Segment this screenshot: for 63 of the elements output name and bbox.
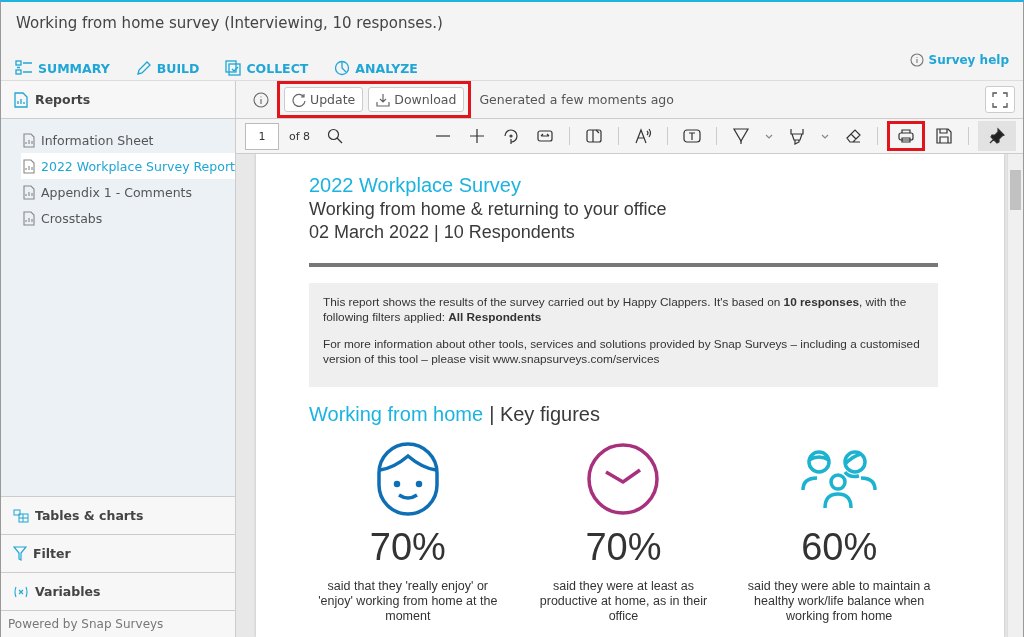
figure-caption: said that they 'really enjoy' or 'enjoy' working from home at the moment [317, 579, 499, 625]
figure-caption: said they were at least as productive at home, as in their office [538, 579, 709, 625]
rotate-icon [502, 127, 520, 145]
fit-width-icon [536, 127, 554, 145]
print-button[interactable] [887, 121, 925, 151]
text-box-icon [683, 127, 701, 145]
report-item[interactable]: Information Sheet [1, 127, 235, 153]
percentage-value: 60% [801, 526, 878, 570]
document-icon [23, 210, 35, 226]
filter-icon [13, 546, 27, 561]
pen-icon [732, 127, 750, 145]
footer-text: Powered by Snap Surveys [7, 616, 165, 633]
percentage-value: 70% [369, 526, 446, 570]
window-title: Working from home survey (Interviewing, 10 responses.) [15, 13, 444, 34]
eraser-icon [844, 127, 862, 145]
info-icon [909, 53, 924, 67]
table-icon [13, 508, 29, 523]
caret-icon [821, 133, 829, 139]
minus-icon [436, 135, 450, 137]
checklist-icon [15, 60, 33, 76]
report-subtitle: Working from home & returning to your office [309, 199, 668, 220]
report-title: 2022 Workplace Survey [309, 174, 522, 197]
pin-button[interactable] [978, 121, 1016, 151]
report-icon [14, 91, 28, 108]
sidebar-section[interactable]: Tables & charts [1, 497, 235, 535]
pin-icon [988, 127, 1006, 145]
info-paragraph: For more information about other tools, services and solutions provided by Snap Surveys – including a customised version of this tool – please visit www.snapsurveys.com/services [323, 336, 921, 368]
document-icon [23, 158, 35, 174]
forms-icon [225, 60, 242, 76]
pie-icon [334, 60, 351, 76]
refresh-icon [292, 92, 306, 107]
variable-icon [13, 585, 29, 598]
page-count: of 8 [289, 129, 311, 143]
info-icon[interactable] [253, 91, 269, 108]
document-icon [23, 184, 35, 200]
sidebar-section[interactable]: Variables [1, 573, 235, 611]
page-number-field[interactable]: 1 [245, 122, 279, 150]
read-aloud-icon [634, 127, 652, 145]
pencil-icon [135, 60, 152, 76]
page-view-icon [585, 127, 603, 145]
section-heading: | Key figures [489, 403, 600, 427]
sidebar-section[interactable]: Filter [1, 535, 235, 573]
info-paragraph: This report shows the results of the survey carried out by Happy Clappers. It's based on 10 responses, with the following filters applied: All Respondents [323, 295, 908, 326]
document-icon [23, 132, 35, 148]
report-item[interactable]: Crosstabs [1, 205, 235, 231]
print-icon [897, 127, 915, 145]
figure-caption: said they were able to maintain a healthy work/life balance when working from home [746, 579, 932, 625]
status-text: Generated a few moments ago [479, 92, 675, 107]
section-heading: Working from home [309, 403, 484, 427]
search-icon [326, 127, 345, 145]
highlighter-icon [788, 127, 806, 145]
scrollbar[interactable] [1007, 154, 1023, 637]
fullscreen-icon [992, 91, 1008, 108]
save-icon [935, 127, 953, 145]
caret-icon [765, 133, 773, 139]
download-button[interactable]: Download [368, 87, 465, 112]
report-date: 02 March 2022 | 10 Respondents [309, 222, 576, 243]
percentage-value: 70% [585, 526, 662, 570]
fullscreen-button[interactable] [985, 86, 1015, 113]
plus-icon [468, 127, 486, 145]
report-item[interactable]: Appendix 1 - Comments [1, 179, 235, 205]
update-button[interactable]: Update [284, 87, 364, 112]
download-icon [376, 92, 391, 107]
